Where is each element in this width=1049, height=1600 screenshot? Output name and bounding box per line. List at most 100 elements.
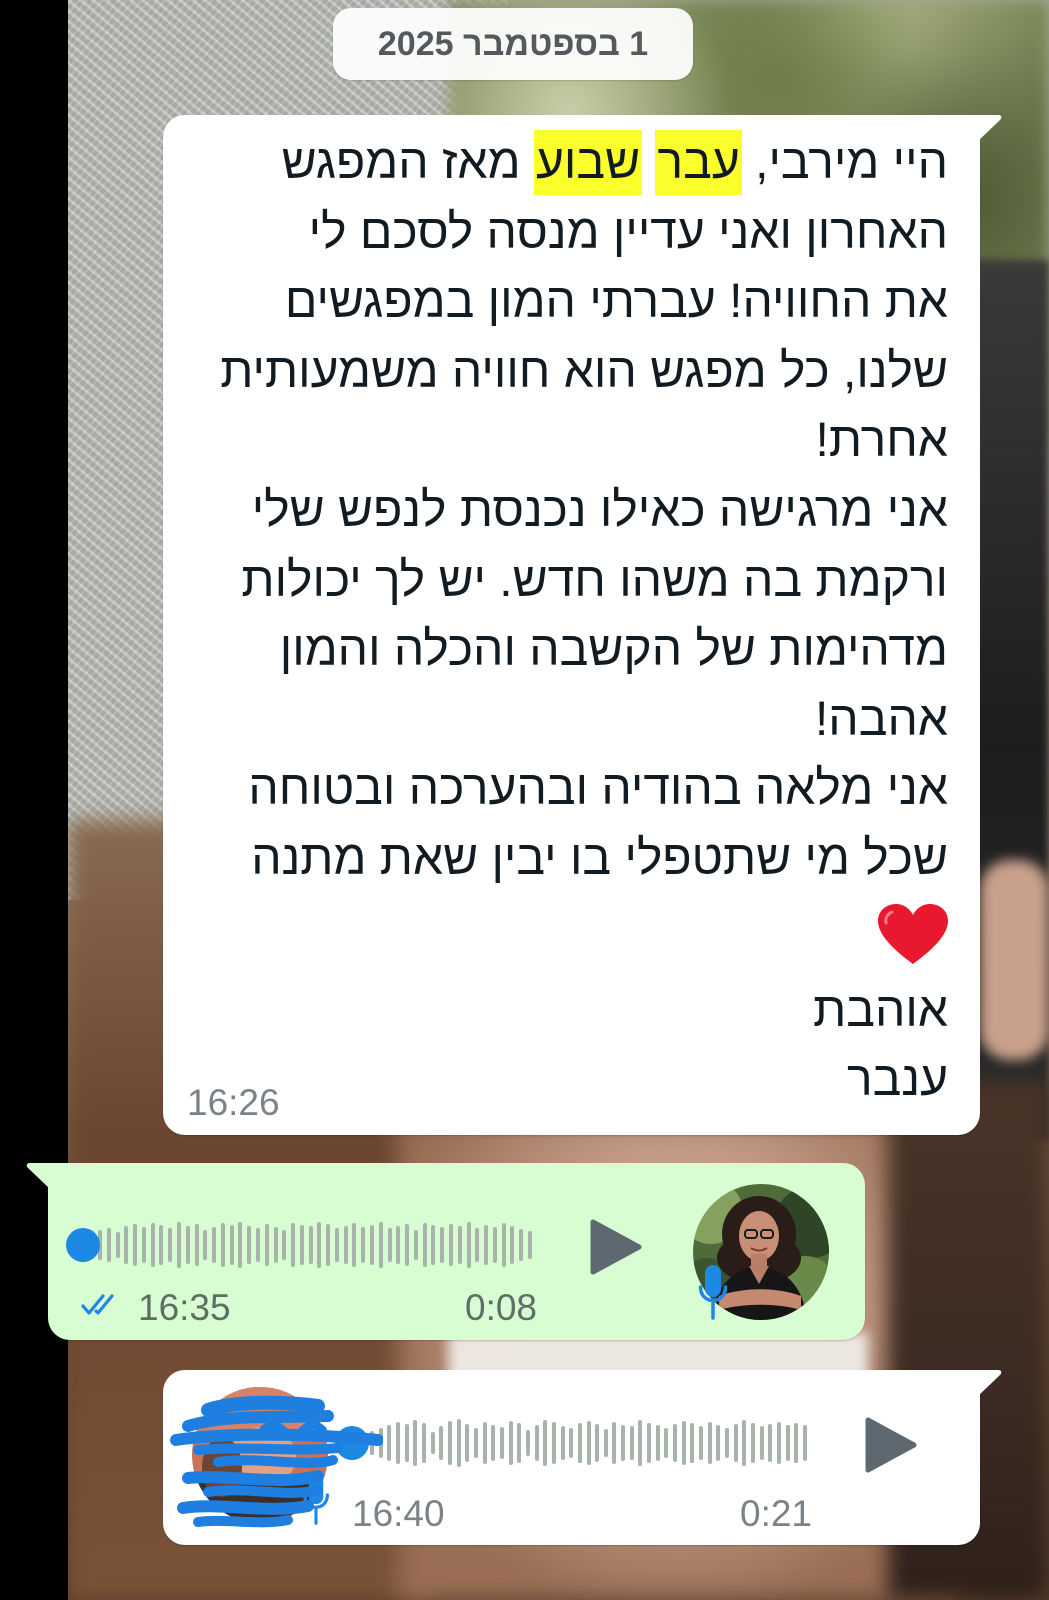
message-line: אני מלאה בהודיה ובהערכה ובטוחה [248,762,948,816]
waveform-bar [742,1420,747,1466]
waveform-bar [525,1430,530,1456]
waveform-bar [430,1432,435,1454]
waveform-bar [115,1232,120,1258]
play-icon[interactable] [590,1218,642,1276]
incoming-voice-message[interactable]: 16:40 0:21 [163,1370,1002,1545]
waveform-bar [273,1227,278,1263]
waveform-bar [176,1222,181,1268]
waveform-bar [603,1429,608,1457]
waveform-bar [577,1423,582,1463]
waveform-bar [370,1225,375,1265]
waveform-bar [629,1426,634,1460]
waveform-bar [543,1420,548,1466]
waveform-bar [291,1223,296,1267]
waveform-bar [405,1224,410,1266]
waveform-bar [681,1421,686,1465]
message-line: את החוויה! עברתי המון במפגשים [284,275,948,329]
waveform-bar [465,1424,470,1462]
waveform-bar [759,1426,764,1460]
waveform-bar [673,1424,678,1462]
message-line: שלנו, כל מפגש הוא חוויה משמעותית [220,344,948,398]
bubble-tail [978,1370,1002,1396]
waveform-bar [203,1230,208,1260]
waveform-bar [777,1422,782,1464]
waveform-bar [492,1227,497,1263]
highlighted-word: עבר [655,130,742,195]
left-black-strip [0,0,68,1600]
message-text-segment: מאז המפגש [281,136,521,189]
waveform-bar [220,1223,225,1267]
message-time: 16:26 [187,1082,280,1123]
bubble-tail [978,115,1002,141]
waveform-bar [569,1428,574,1458]
waveform-bar [308,1226,313,1264]
waveform-bar [247,1226,252,1264]
waveform-bar [439,1426,444,1460]
waveform-bar [768,1424,773,1462]
message-text: היי מירבי, עבר שבוע מאז המפגש האחרון ואנ… [187,128,948,1115]
waveform-bar [378,1222,383,1268]
waveform-bar [133,1224,138,1266]
incoming-text-message[interactable]: היי מירבי, עבר שבוע מאז המפגש האחרון ואנ… [163,115,1002,1135]
waveform-bar [473,1428,478,1458]
waveform-bar [457,1226,462,1264]
waveform-bar [238,1222,243,1268]
message-line: שכל מי שתטפלי בו יבין שאת מתנה [251,831,948,885]
waveform-bar [106,1228,111,1262]
waveform-bar [352,1223,357,1267]
waveform-bar [510,1226,515,1264]
waveform-bar [612,1422,617,1464]
waveform-bar [519,1229,524,1261]
waveform-bar [664,1428,669,1458]
waveform-bar [447,1421,452,1465]
waveform-bar [595,1424,600,1462]
waveform-bar [361,1227,366,1263]
waveform-bar [475,1228,480,1262]
waveform-bar [440,1227,445,1263]
waveform-bar [124,1226,129,1264]
waveform-bar [141,1227,146,1263]
waveform-bar [794,1423,799,1463]
play-icon[interactable] [865,1416,917,1474]
waveform-bar [299,1225,304,1265]
waveform-bar [387,1228,392,1262]
waveform-bar [551,1422,556,1464]
waveform-bar [449,1224,454,1266]
waveform-bar [508,1421,513,1465]
waveform-bar [264,1224,269,1266]
waveform-bar [534,1425,539,1461]
voice-duration: 0:21 [740,1493,813,1534]
redaction-scribble [170,1395,383,1528]
waveform-bar [560,1426,565,1460]
double-check-read-icon [81,1294,114,1315]
outgoing-voice-message[interactable]: 16:35 0:08 [26,1163,865,1340]
waveform-bar [421,1423,426,1463]
waveform-bar [413,1420,418,1466]
message-line: אני מרגישה כאילו נכנסת לנפש שלי [251,483,948,537]
message-line: ורקמת בה משהו חדש. יש לך יכולות [241,553,948,607]
message-text-segment: היי מירבי, [755,136,948,189]
waveform-bar [255,1228,260,1262]
waveform-bar [482,1422,487,1464]
waveform-bar [343,1226,348,1264]
waveform-bar [159,1225,164,1265]
waveform-bar [168,1228,173,1262]
message-time: 16:35 [138,1287,231,1328]
waveform-bar [194,1224,199,1266]
waveform-bar [621,1425,626,1461]
waveform-bar [725,1428,730,1458]
waveform-bar [456,1419,461,1467]
waveform-bar [404,1424,409,1462]
waveform-bar [387,1425,392,1461]
wallpaper-region [980,860,1049,1060]
waveform-bar [785,1425,790,1461]
waveform-bar [517,1423,522,1463]
waveform-bar [229,1225,234,1265]
message-line: אוהבת [813,983,948,1037]
mic-icon [698,1265,728,1320]
waveform-bar [326,1224,331,1266]
message-line: ענבר [847,1053,948,1107]
voice-duration: 0:08 [465,1287,538,1328]
playback-handle[interactable] [66,1228,100,1262]
waveform-bar [647,1423,652,1463]
